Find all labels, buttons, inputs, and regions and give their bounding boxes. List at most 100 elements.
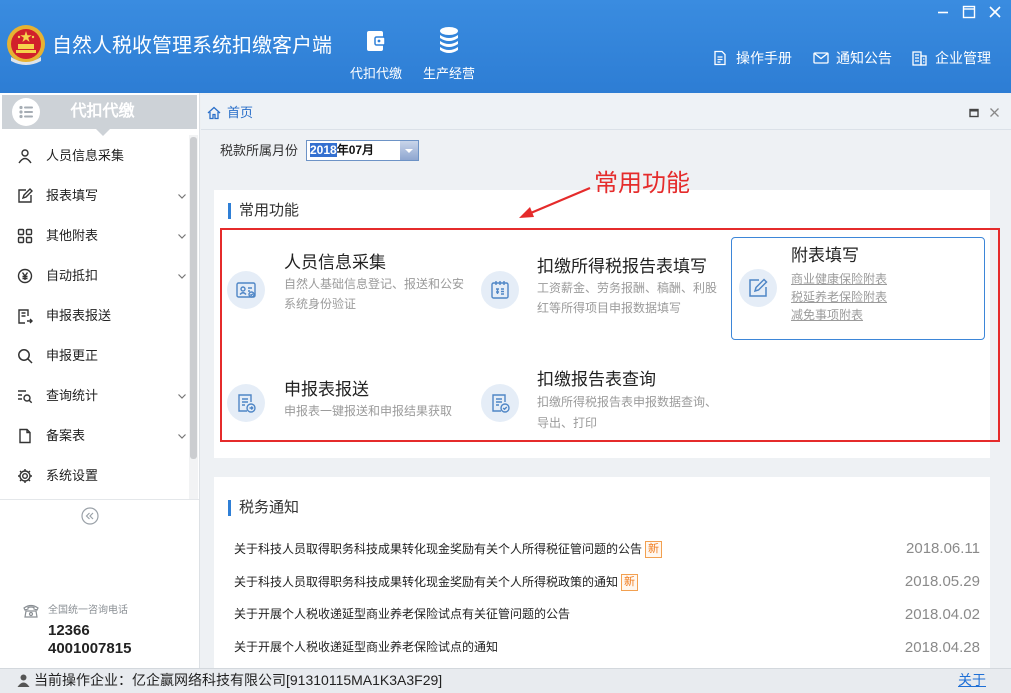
hotline-label: 全国统一咨询电话 [48,605,128,616]
tax-period-year-selected: 2018 [310,143,337,157]
send-document-icon [17,308,33,324]
sidebar-item-label: 其他附表 [46,228,99,243]
tax-period-label: 税款所属月份 [220,143,299,158]
card-title: 扣缴报告表查询 [537,370,656,389]
maximize-button[interactable] [960,3,978,21]
double-chevron-left-icon [81,507,99,525]
notice-item[interactable]: 关于开展个人税收递延型商业养老保险试点的通知 [234,637,894,657]
notice-title: 关于开展个人税收递延型商业养老保险试点有关征管问题的公告 [234,607,571,621]
schedule-link-commercial-health-insurance[interactable]: 商业健康保险附表 [791,270,887,288]
card-description: 扣缴所得税报告表申报数据查询、 导出、打印 [537,395,718,430]
annotation-label: 常用功能 [594,169,690,197]
annotation-arrow [519,186,591,218]
home-icon [207,106,221,120]
card-description: 工资薪金、劳务报酬、稿酬、利股 红等所得项目申报数据填写 [537,281,718,315]
schedule-link-tax-relief[interactable]: 减免事项附表 [791,306,887,324]
id-card-icon [227,271,265,309]
sidebar-scrollbar-thumb[interactable] [190,137,197,459]
tab-bar [201,95,1011,130]
nav-label: 生产经营 [422,66,475,81]
restore-tab-button[interactable] [969,108,979,118]
tax-form-icon [481,271,519,309]
document-icon [17,428,33,444]
collapse-sidebar-button[interactable] [81,507,99,525]
sidebar-item-personnel-info[interactable]: 人员信息采集 [0,136,188,176]
close-button[interactable] [986,3,1004,21]
new-badge: 新 [621,573,639,591]
chevron-down-icon [177,391,187,401]
check-document-icon [481,384,519,422]
chevron-down-icon [177,231,187,241]
national-emblem-logo [5,24,47,66]
function-card-personnel-info[interactable]: 人员信息采集 自然人基础信息登记、报送和公安 系统身份验证 [224,236,468,340]
sidebar-item-auto-deduction[interactable]: 自动抵扣 [0,256,188,296]
minimize-button[interactable] [934,3,952,21]
sidebar-item-filing-forms[interactable]: 备案表 [0,416,188,456]
tax-period-dropdown-button[interactable] [400,141,418,160]
card-title: 附表填写 [791,246,859,265]
person-icon [17,148,33,164]
mail-icon [812,50,830,66]
sidebar-item-report-filling[interactable]: 报表填写 [0,176,188,216]
function-card-schedule-filling[interactable]: 附表填写 商业健康保险附表 税延养老保险附表 减免事项附表 [731,237,985,340]
tab-label: 首页 [227,105,254,120]
close-tab-button[interactable] [989,107,1000,118]
nav-withholding-button[interactable]: 代扣代缴 [346,24,406,84]
operation-manual-link[interactable]: 操作手册 [712,48,794,68]
hotline-number: 12366 [48,622,90,639]
send-document-icon [227,384,265,422]
sidebar-title: 代扣代缴 [70,103,135,120]
nav-business-operation-button[interactable]: 生产经营 [419,24,479,84]
sidebar-item-other-schedules[interactable]: 其他附表 [0,216,188,256]
notice-date: 2018.05.29 [904,573,980,590]
link-label: 企业管理 [935,50,991,66]
sidebar-item-label: 备案表 [46,428,86,443]
sidebar-item-label: 人员信息采集 [46,148,125,163]
common-functions-title: 常用功能 [239,202,300,219]
enterprise-management-link[interactable]: 企业管理 [911,48,993,68]
chevron-down-icon [177,431,187,441]
notice-date: 2018.04.28 [904,639,980,656]
sidebar-item-label: 查询统计 [46,388,99,403]
notice-date: 2018.04.02 [904,606,980,623]
schedule-link-tax-deferred-pension[interactable]: 税延养老保险附表 [791,288,887,306]
function-card-report-query[interactable]: 扣缴报告表查询 扣缴所得税报告表申报数据查询、 导出、打印 [472,345,722,440]
card-title: 扣缴所得税报告表填写 [537,257,707,276]
tab-home[interactable]: 首页 [204,100,258,126]
function-card-report-submission[interactable]: 申报表报送 申报表一键报送和申报结果获取 [224,345,468,440]
notice-item[interactable]: 关于科技人员取得职务科技成果转化现金奖励有关个人所得税政策的通知新 [234,572,894,592]
notice-item[interactable]: 关于开展个人税收递延型商业养老保险试点有关征管问题的公告 [234,604,894,624]
close-icon [989,6,1001,18]
section-accent-bar [228,203,231,219]
notice-item[interactable]: 关于科技人员取得职务科技成果转化现金奖励有关个人所得税征管问题的公告新 [234,539,894,559]
notice-title: 关于开展个人税收递延型商业养老保险试点的通知 [234,640,499,654]
tax-period-value: 2018年07月 [310,142,374,159]
current-enterprise: 当前操作企业：亿企赢网络科技有限公司[91310115MA1K3A3F29] [34,672,443,688]
card-title: 人员信息采集 [284,253,386,272]
grid-icon [17,228,33,244]
caret-down-icon [405,149,413,153]
sidebar-item-system-settings[interactable]: 系统设置 [0,456,188,496]
chevron-down-icon [177,271,187,281]
sidebar-item-label: 报表填写 [46,188,99,203]
function-card-withholding-report-filling[interactable]: 扣缴所得税报告表填写 工资薪金、劳务报酬、稿酬、利股 红等所得项目申报数据填写 [472,236,722,340]
notice-announcement-link[interactable]: 通知公告 [812,48,894,68]
card-description: 申报表一键报送和申报结果获取 [284,404,453,418]
new-badge: 新 [645,540,663,558]
sidebar-item-report-correction[interactable]: 申报更正 [0,336,188,376]
app-title: 自然人税收管理系统扣缴客户端 [52,35,332,57]
link-label: 操作手册 [736,50,792,66]
hotline-number: 4001007815 [48,640,132,657]
card-title: 申报表报送 [284,380,369,399]
sidebar-item-label: 系统设置 [46,468,99,483]
about-link[interactable]: 关于 [958,671,986,690]
sidebar-item-label: 申报表报送 [46,308,112,323]
building-icon [911,50,927,66]
restore-icon [969,108,979,118]
user-icon [17,674,30,687]
menu-list-icon[interactable] [12,98,40,126]
sidebar-item-report-submission[interactable]: 申报表报送 [0,296,188,336]
sidebar-item-query-statistics[interactable]: 查询统计 [0,376,188,416]
phone-icon [22,603,40,619]
wallet-icon [364,29,388,53]
